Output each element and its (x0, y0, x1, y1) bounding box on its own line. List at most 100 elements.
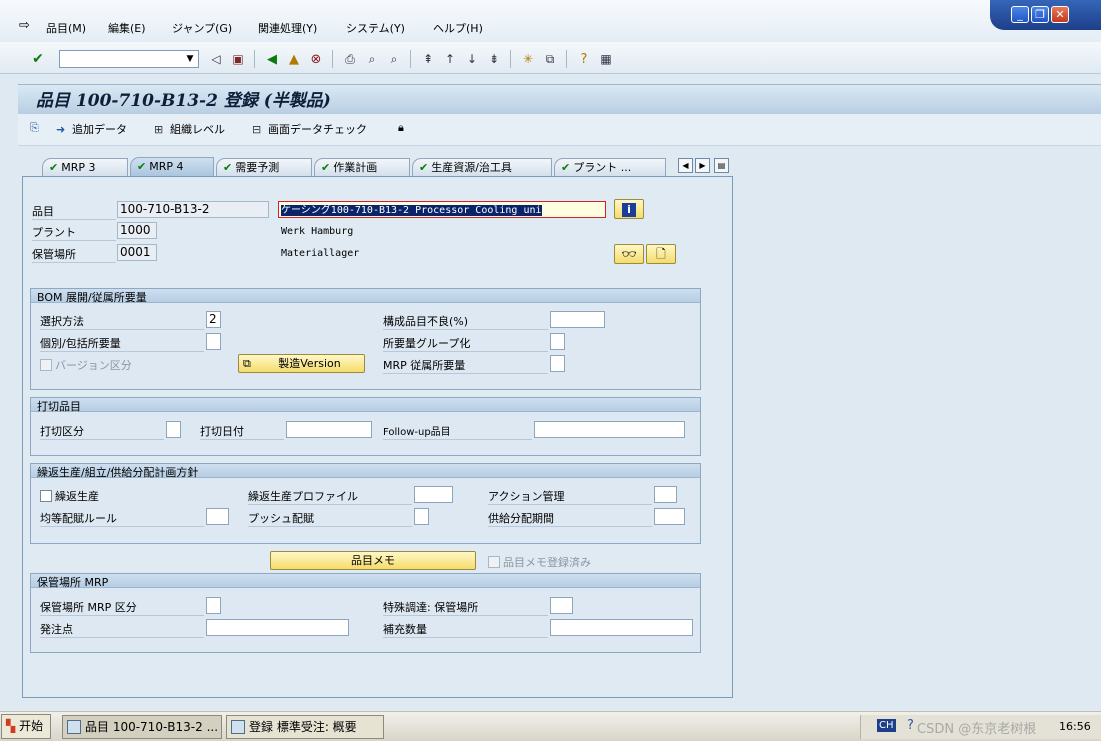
rem-profile-label: 繰返生産プロファイル (248, 490, 358, 503)
label-underline (488, 526, 652, 527)
reorder-point-field[interactable] (206, 619, 349, 636)
requirements-group-label: 所要量グループ化 (383, 337, 471, 350)
toolbar-separator (410, 50, 411, 68)
find-next-icon[interactable]: ⌕ (386, 51, 402, 67)
material-description-value: ケーシング100-710-B13-2 Processor Cooling uni (281, 205, 542, 216)
menu-edit[interactable]: 編集(E) (108, 20, 146, 36)
language-indicator[interactable]: CH (877, 719, 896, 732)
menu-entry-icon[interactable]: ⇨ (19, 18, 30, 33)
material-description-field[interactable]: ケーシング100-710-B13-2 Processor Cooling uni (278, 201, 606, 218)
glasses-icon: 👓︎ (621, 247, 637, 261)
menu-material[interactable]: 品目(M) (46, 20, 86, 36)
label-underline (40, 439, 164, 440)
new-session-icon[interactable]: ✳ (520, 51, 536, 67)
org-levels-label: 組織レベル (170, 123, 225, 136)
create-document-button[interactable]: 🗋︎ (646, 244, 676, 264)
special-procurement-sloc-label: 特殊調達: 保管場所 (383, 601, 479, 614)
display-glasses-button[interactable]: 👓︎ (614, 244, 644, 264)
sloc-mrp-indicator-field[interactable] (206, 597, 221, 614)
mrp-dependent-req-label: MRP 従属所要量 (383, 359, 466, 372)
tab-scroll-left-button[interactable]: ◀ (678, 158, 693, 173)
followup-material-field[interactable] (534, 421, 685, 438)
org-levels-button[interactable]: ⊞ 組織レベル (154, 121, 225, 137)
bom-group-title: BOM 展開/従属所要量 (37, 291, 147, 304)
command-field[interactable]: ▼ (59, 50, 199, 68)
tab-mrp3[interactable]: ✔ MRP 3 (42, 158, 128, 176)
action-control-field[interactable] (654, 486, 677, 503)
storage-location-field[interactable]: 0001 (117, 244, 157, 261)
plant-field[interactable]: 1000 (117, 222, 157, 239)
version-indicator-label: バージョン区分 (55, 359, 132, 372)
rem-profile-field[interactable] (414, 486, 453, 503)
restore-button[interactable]: ❐ (1031, 6, 1049, 23)
command-history-icon[interactable]: ◁ (208, 51, 224, 67)
document-icon: 🗋︎ (656, 247, 666, 261)
help-icon[interactable]: ? (907, 718, 914, 733)
minimize-button[interactable]: _ (1011, 6, 1029, 23)
tab-forecasting[interactable]: ✔ 需要予測 (216, 158, 312, 176)
version-indicator-checkbox[interactable] (40, 359, 52, 371)
material-memo-exists-checkbox[interactable] (488, 556, 500, 568)
org-structure-button[interactable]: ⎘ (30, 121, 46, 135)
replenishment-qty-field[interactable] (550, 619, 693, 636)
taskbar-item-sales-order[interactable]: 登録 標準受注: 概要 (226, 715, 384, 739)
exit-icon[interactable]: ▲ (286, 51, 302, 67)
info-button[interactable]: i (614, 199, 644, 219)
find-icon[interactable]: ⌕ (364, 51, 380, 67)
check-screen-data-button[interactable]: ⊟ 画面データチェック (252, 121, 367, 137)
check-icon: ✔ (561, 161, 571, 174)
tab-scroll-right-button[interactable]: ▶ (695, 158, 710, 173)
production-version-button[interactable]: ⧉ 製造Version (238, 354, 365, 373)
effective-out-field[interactable] (286, 421, 372, 438)
selection-method-label: 選択方法 (40, 315, 84, 328)
menu-help[interactable]: ヘルプ(H) (433, 20, 483, 36)
requirements-group-field[interactable] (550, 333, 565, 350)
material-field[interactable]: 100-710-B13-2 (117, 201, 269, 218)
indiv-coll-field[interactable] (206, 333, 221, 350)
enter-check-icon[interactable]: ✔ (30, 51, 46, 67)
material-memo-button[interactable]: 品目メモ (270, 551, 476, 570)
lock-icon[interactable]: 🔒︎ (398, 121, 404, 135)
menu-extras[interactable]: 関連処理(Y) (258, 20, 317, 36)
additional-data-button[interactable]: ➜ 追加データ (56, 121, 127, 137)
check-icon: ✔ (223, 161, 233, 174)
menu-goto[interactable]: ジャンプ(G) (172, 20, 232, 36)
last-page-icon[interactable]: ⇟ (486, 51, 502, 67)
back-icon[interactable]: ◀ (264, 51, 280, 67)
menu-system[interactable]: システム(Y) (346, 20, 405, 36)
fair-share-rule-field[interactable] (206, 508, 229, 525)
push-distribution-field[interactable] (414, 508, 429, 525)
selection-method-field[interactable]: 2 (206, 311, 221, 328)
shortcut-icon[interactable]: ⧉ (542, 51, 558, 67)
cancel-icon[interactable]: ⊗ (308, 51, 324, 67)
tab-work-scheduling[interactable]: ✔ 作業計画 (314, 158, 410, 176)
repetitive-mfg-checkbox[interactable] (40, 490, 52, 502)
close-button[interactable]: ✕ (1051, 6, 1069, 23)
discontinuation-indicator-field[interactable] (166, 421, 181, 438)
help-icon[interactable]: ? (576, 51, 592, 67)
label-underline (32, 262, 116, 263)
tab-plant-data[interactable]: ✔ プラント ... (554, 158, 666, 176)
discontinuation-indicator-label: 打切区分 (40, 425, 84, 438)
first-page-icon[interactable]: ⇞ (420, 51, 436, 67)
layout-menu-icon[interactable]: ▦ (598, 51, 614, 67)
taskbar: ▚ 开始 品目 100-710-B13-2 ... 登録 標準受注: 概要 CH… (0, 711, 1101, 741)
tab-prt[interactable]: ✔ 生産資源/治工具 (412, 158, 552, 176)
tab-mrp4[interactable]: ✔ MRP 4 (130, 157, 214, 177)
mrp-dependent-req-field[interactable] (550, 355, 565, 372)
print-icon[interactable]: ⎙ (342, 51, 358, 67)
tab-label: 生産資源/治工具 (431, 161, 512, 174)
chevron-down-icon[interactable]: ▼ (182, 51, 198, 67)
special-procurement-sloc-field[interactable] (550, 597, 573, 614)
storage-location-label: 保管場所 (32, 248, 76, 261)
tab-list-button[interactable]: ▤ (714, 158, 729, 173)
storage-location-mrp-group-title: 保管場所 MRP (37, 576, 109, 589)
next-page-icon[interactable]: ↓ (464, 51, 480, 67)
save-icon[interactable]: ▣ (230, 51, 246, 67)
start-button[interactable]: ▚ 开始 (1, 714, 51, 739)
component-scrap-field[interactable] (550, 311, 605, 328)
deployment-horizon-field[interactable] (654, 508, 685, 525)
previous-page-icon[interactable]: ↑ (442, 51, 458, 67)
taskbar-item-material[interactable]: 品目 100-710-B13-2 ... (62, 715, 222, 739)
check-icon: ✔ (419, 161, 429, 174)
